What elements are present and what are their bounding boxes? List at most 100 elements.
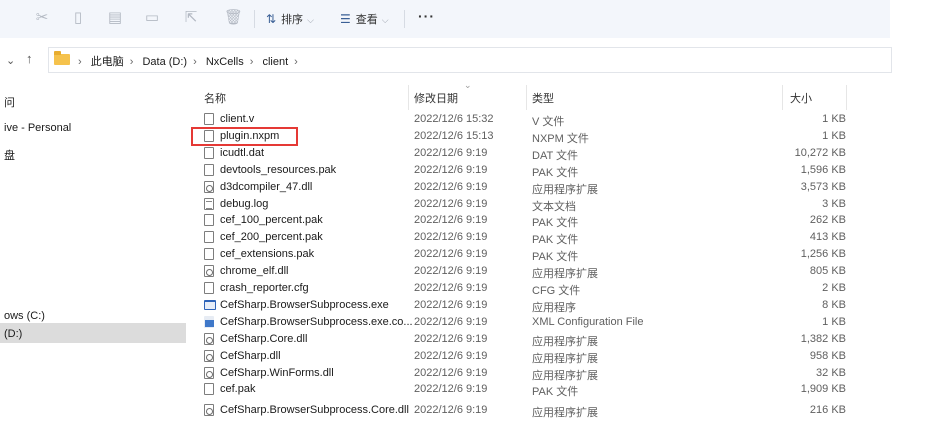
file-type: 应用程序扩展 [532,335,598,348]
table-row[interactable]: CefSharp.BrowserSubprocess.exe.co... 2022… [190,314,890,331]
column-divider[interactable] [846,85,847,110]
file-date: 2022/12/6 9:19 [414,214,488,227]
column-header-type[interactable]: 类型 [532,90,554,106]
chevron-down-icon: ⌵ [307,15,314,25]
file-size: 1,596 KB [800,163,846,176]
table-row[interactable]: client.v 2022/12/6 15:32 V 文件 1 KB [190,111,890,128]
delete-icon[interactable]: 🗑 [224,10,243,26]
table-row[interactable]: debug.log 2022/12/6 9:19 文本文档 3 KB [190,196,890,213]
share-icon[interactable]: ⇱ [183,10,199,26]
file-name: cef_extensions.pak [220,248,315,261]
file-name: cef_100_percent.pak [220,214,323,227]
file-date: 2022/12/6 9:19 [414,404,488,416]
nav-item-quick-access[interactable]: 问 [4,94,15,110]
file-type: PAK 文件 [532,251,579,264]
nav-item-windows-c[interactable]: ows (C:) [4,310,45,322]
dll-file-icon [204,332,214,345]
paste-icon[interactable]: ▤ [107,10,123,26]
table-row[interactable]: CefSharp.BrowserSubprocess.exe 2022/12/6 … [190,297,890,314]
file-size: 1,256 KB [800,248,846,261]
file-date: 2022/12/6 9:19 [414,315,488,328]
file-icon [204,163,214,176]
file-size: 10,272 KB [794,146,846,159]
file-date: 2022/12/6 9:19 [414,366,488,379]
file-size: 413 KB [809,231,846,244]
sort-button[interactable]: ⇅ 排序 ⌵ [266,11,314,27]
file-date: 2022/12/6 9:19 [414,298,488,311]
file-type: 应用程序扩展 [532,268,598,281]
copy-icon[interactable]: ▯ [70,10,86,26]
file-date: 2022/12/6 15:13 [414,129,494,142]
file-date: 2022/12/6 9:19 [414,349,488,362]
column-divider[interactable] [408,85,409,110]
annotation-highlight-box [191,127,298,146]
file-size: 805 KB [809,265,846,278]
table-row[interactable]: cef_100_percent.pak 2022/12/6 9:19 PAK 文件 2… [190,212,890,229]
file-date: 2022/12/6 9:19 [414,163,488,176]
toolbar-divider [254,10,255,28]
file-date: 2022/12/6 15:32 [414,113,494,125]
file-date: 2022/12/6 9:19 [414,248,488,261]
table-row[interactable]: d3dcompiler_47.dll 2022/12/6 9:19 应用程序扩展 3,… [190,179,890,196]
file-type: XML Configuration File [532,315,644,328]
breadcrumb-data-drive[interactable]: Data (D:) [142,56,187,68]
table-row[interactable]: devtools_resources.pak 2022/12/6 9:19 PAK … [190,162,890,179]
file-type: 应用程序扩展 [532,369,598,382]
file-type: 应用程序扩展 [532,183,598,196]
nav-item-data-d[interactable]: (D:) [4,328,22,340]
file-size: 1 KB [822,315,846,328]
column-divider[interactable] [526,85,527,110]
table-row[interactable]: cef.pak 2022/12/6 9:19 PAK 文件 1,909 KB [190,381,890,398]
file-name: client.v [220,113,255,125]
file-icon [204,248,214,261]
cut-icon[interactable]: ✂ [34,10,50,26]
file-date: 2022/12/6 9:19 [414,265,488,278]
breadcrumb-separator-icon: › [294,56,298,68]
toolbar-divider [404,10,405,28]
up-arrow-button[interactable]: ↑ [26,51,33,66]
rename-icon[interactable]: ▭ [144,10,160,26]
file-name: d3dcompiler_47.dll [220,180,313,193]
file-type: V 文件 [532,116,565,128]
breadcrumb: › 此电脑 › Data (D:) › NxCells › client › [75,53,304,69]
file-size: 3,573 KB [800,180,846,193]
command-bar: ✂ ▯ ▤ ▭ ⇱ 🗑 ⇅ 排序 ⌵ ☰ 查看 ⌵ ··· [0,0,890,38]
nav-item-onedrive[interactable]: ive - Personal [4,122,71,134]
file-icon [204,231,214,244]
address-bar[interactable]: › 此电脑 › Data (D:) › NxCells › client › [48,47,892,73]
file-type: PAK 文件 [532,386,579,399]
column-divider[interactable] [782,85,783,110]
view-button[interactable]: ☰ 查看 ⌵ [340,11,389,27]
breadcrumb-nxcells[interactable]: NxCells [206,56,244,68]
file-name: devtools_resources.pak [220,163,337,176]
file-name: CefSharp.BrowserSubprocess.Core.dll [220,404,409,416]
dll-file-icon [204,265,214,278]
file-size: 8 KB [822,298,846,311]
breadcrumb-this-pc[interactable]: 此电脑 [91,56,124,68]
nav-item-drive[interactable]: 盘 [4,147,15,163]
table-row[interactable]: chrome_elf.dll 2022/12/6 9:19 应用程序扩展 805 KB [190,263,890,280]
table-row[interactable]: cef_extensions.pak 2022/12/6 9:19 PAK 文件 1,… [190,246,890,263]
table-row[interactable]: CefSharp.Core.dll 2022/12/6 9:19 应用程序扩展 1,3… [190,331,890,348]
table-row[interactable]: CefSharp.WinForms.dll 2022/12/6 9:19 应用程序扩… [190,365,890,382]
table-row[interactable]: crash_reporter.cfg 2022/12/6 9:19 CFG 文件 2 … [190,280,890,297]
sort-label: 排序 [281,14,304,26]
dll-file-icon [204,404,214,416]
table-row[interactable]: cef_200_percent.pak 2022/12/6 9:19 PAK 文件 4… [190,229,890,246]
table-row[interactable]: CefSharp.BrowserSubprocess.Core.dll 2022… [190,402,890,419]
column-header-name[interactable]: 名称 [204,90,226,106]
column-header-size[interactable]: 大小 [790,90,812,106]
recent-locations-chevron-icon[interactable]: ⌄ [6,54,15,67]
column-header-date[interactable]: 修改日期 [414,90,458,106]
file-date: 2022/12/6 9:19 [414,231,488,244]
file-type: CFG 文件 [532,285,581,297]
table-row[interactable]: icudtl.dat 2022/12/6 9:19 DAT 文件 10,272 KB [190,145,890,162]
more-options-button[interactable]: ··· [418,8,435,24]
breadcrumb-client[interactable]: client [262,56,288,68]
file-icon [204,383,214,396]
breadcrumb-separator-icon: › [78,56,82,68]
table-row[interactable]: CefSharp.dll 2022/12/6 9:19 应用程序扩展 958 KB [190,348,890,365]
file-name: CefSharp.BrowserSubprocess.exe [220,298,389,311]
file-size: 3 KB [822,197,846,210]
file-date: 2022/12/6 9:19 [414,146,488,159]
